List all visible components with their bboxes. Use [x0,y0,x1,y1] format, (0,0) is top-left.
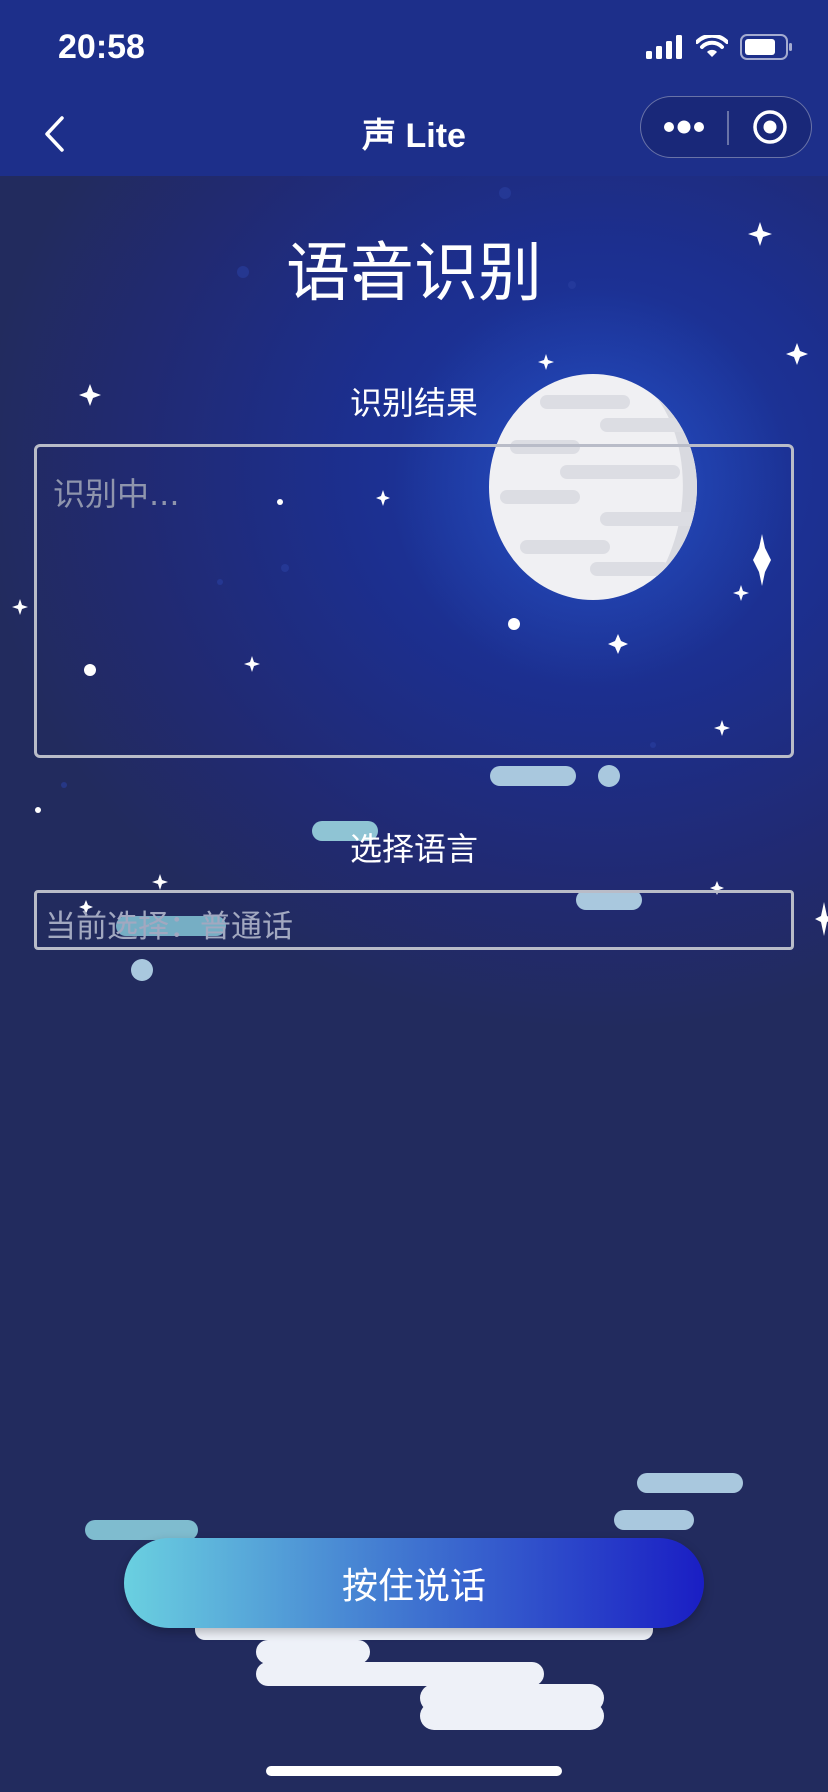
target-close-icon [753,110,787,144]
status-time: 20:58 [58,28,145,66]
page-title: 语音识别 [286,237,542,311]
wifi-icon [696,35,728,57]
more-button[interactable] [641,97,727,157]
language-label: 选择语言 [349,830,478,868]
status-icons [646,34,794,60]
close-miniprogram-button[interactable] [728,97,812,157]
result-label: 识别结果 [349,384,478,422]
cloud-decorations [85,765,743,1540]
result-placeholder: 识别中... [53,475,180,513]
hold-to-talk-button[interactable]: 按住说话 [124,1538,704,1628]
status-bar: 20:58 [0,0,828,92]
home-indicator [266,1766,562,1776]
more-dots-icon [664,120,704,134]
talk-button-label: 按住说话 [341,1566,486,1607]
navigation-bar: 声 Lite [0,92,828,176]
bottom-clouds [195,1612,653,1730]
signal-icon [646,35,682,59]
menu-capsule [640,96,812,158]
language-picker[interactable]: 当前选择：普通话 [34,890,794,950]
result-textarea[interactable]: 识别中... [34,444,794,758]
battery-icon [740,34,792,60]
language-current: 当前选择：普通话 [45,909,293,945]
